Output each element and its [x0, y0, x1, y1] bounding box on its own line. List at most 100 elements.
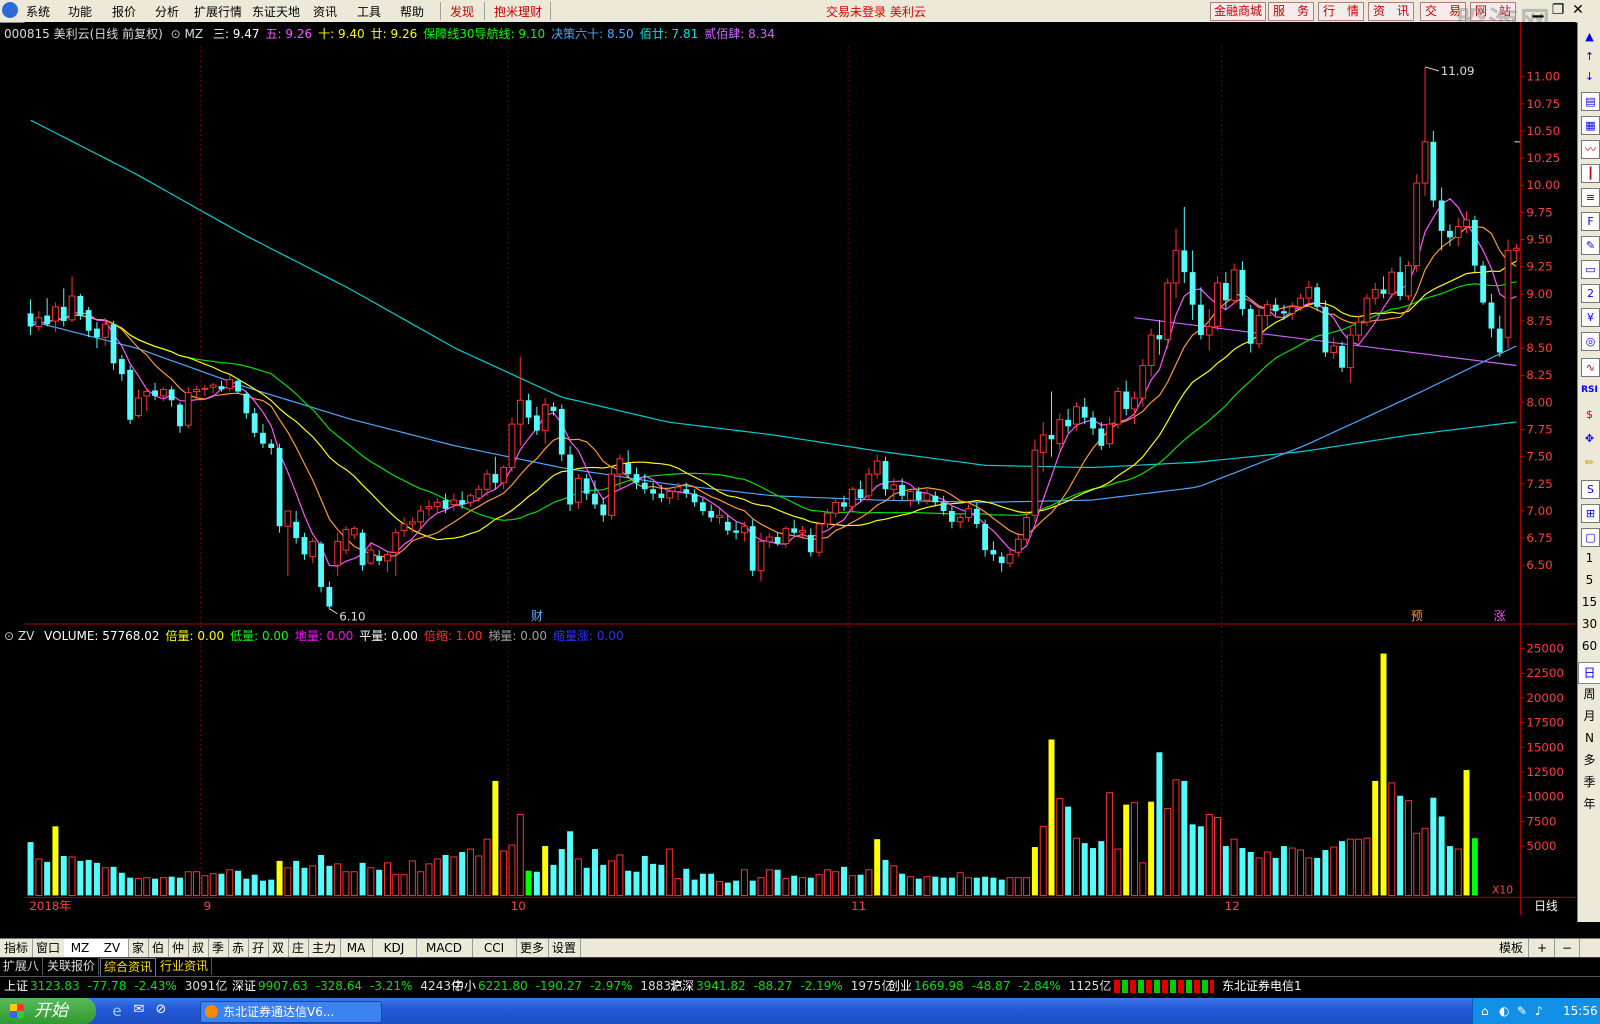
period-day[interactable]: 日	[1578, 662, 1600, 684]
period-year[interactable]: 年	[1578, 794, 1600, 814]
ring-icon[interactable]: ◎	[1581, 332, 1600, 351]
tab-3[interactable]: ZV	[96, 939, 129, 957]
period-30min[interactable]: 30	[1578, 614, 1600, 634]
outlook-icon[interactable]: ✉	[130, 1002, 148, 1020]
minimize-icon[interactable]: ▁	[1530, 2, 1546, 18]
bars-icon[interactable]: ┃	[1581, 164, 1600, 183]
tab-7[interactable]: 叔	[188, 939, 209, 957]
tab-ext8[interactable]: 扩展八	[0, 958, 44, 975]
service-button[interactable]: 服 务	[1268, 2, 1314, 21]
tab-industry-news[interactable]: 行业资讯	[157, 958, 213, 975]
period-1min[interactable]: 1	[1578, 548, 1600, 568]
f10-icon[interactable]: F	[1581, 212, 1600, 231]
tab-general-news[interactable]: 综合资讯	[100, 958, 157, 977]
period-15min[interactable]: 15	[1578, 592, 1600, 612]
tab-6[interactable]: 仲	[168, 939, 189, 957]
grid-icon[interactable]: ▦	[1581, 116, 1600, 135]
down-icon[interactable]: ↓	[1581, 68, 1598, 85]
volume-unit-label: X10	[1492, 883, 1513, 896]
index-quote-3[interactable]: 沪深 3941.82 -88.27 -2.19% 1975亿	[670, 977, 893, 996]
tab-5[interactable]: 伯	[148, 939, 169, 957]
tab-15[interactable]: KDJ	[372, 939, 417, 957]
tab-right-1[interactable]: +	[1530, 939, 1555, 957]
menu-system[interactable]: 系统	[26, 3, 50, 20]
period-n[interactable]: N	[1578, 728, 1600, 748]
chart-area[interactable]: 6.50 6.75 7.00 7.25 7.50 7.75 8.00 8.25 8.50 8.75…	[0, 22, 1600, 922]
wave-icon[interactable]: ∿	[1581, 358, 1600, 377]
period-multi[interactable]: 多	[1578, 750, 1600, 770]
move-icon[interactable]: ✥	[1581, 430, 1598, 447]
pencil-icon[interactable]: ✏	[1581, 454, 1598, 471]
menu-dongzheng[interactable]: 东证天地	[252, 3, 300, 20]
calc-icon[interactable]: ⊞	[1581, 504, 1600, 523]
menu-news[interactable]: 资讯	[313, 3, 337, 20]
menu-quote[interactable]: 报价	[112, 3, 136, 20]
taskbar-task-tdx[interactable]: 东北证券通达信V6...	[200, 1001, 382, 1023]
menu-analysis[interactable]: 分析	[155, 3, 179, 20]
rsi-icon[interactable]: RSI	[1581, 382, 1598, 399]
tab-8[interactable]: 季	[208, 939, 229, 957]
tab-related-quote[interactable]: 关联报价	[44, 958, 100, 975]
period-week[interactable]: 周	[1578, 684, 1600, 704]
close-icon[interactable]: ✕	[1570, 2, 1586, 18]
index-quote-0[interactable]: 上证 3123.83 -77.78 -2.43% 3091亿	[4, 977, 227, 996]
window-icon[interactable]: ▢	[1581, 528, 1600, 547]
ime-icon[interactable]: ✎	[1517, 998, 1527, 1024]
app-logo-icon[interactable]	[2, 2, 18, 18]
menu-discover[interactable]: 发现	[450, 3, 474, 20]
index-quote-1[interactable]: 深证 9907.63 -328.64 -3.21% 4243亿	[232, 977, 463, 996]
tab-right-0[interactable]: 模板	[1494, 939, 1529, 957]
menu-help[interactable]: 帮助	[400, 3, 424, 20]
quotes-button[interactable]: 行 情	[1318, 2, 1364, 21]
index-quote-4[interactable]: 创业 1669.98 -48.87 -2.84% 1125亿	[888, 977, 1111, 996]
tab-11[interactable]: 双	[268, 939, 289, 957]
tab-4[interactable]: 家	[128, 939, 149, 957]
period-5min[interactable]: 5	[1578, 570, 1600, 590]
tab-16[interactable]: MACD	[416, 939, 473, 957]
fs-icon[interactable]: S	[1581, 480, 1600, 499]
security-icon[interactable]: ◐	[1499, 998, 1509, 1024]
tab-2[interactable]: MZ	[64, 939, 97, 957]
volume-bar	[1255, 857, 1263, 896]
volume-icon[interactable]: ♪	[1535, 998, 1543, 1024]
period-month[interactable]: 月	[1578, 706, 1600, 726]
tab-9[interactable]: 赤	[228, 939, 249, 957]
menu-function[interactable]: 功能	[68, 3, 92, 20]
up-icon[interactable]: ↑	[1581, 48, 1598, 65]
f2-icon[interactable]: 2	[1581, 284, 1600, 303]
period-60min[interactable]: 60	[1578, 636, 1600, 656]
app-quick-icon[interactable]: ⊘	[152, 1002, 170, 1020]
ie-icon[interactable]: e	[108, 1002, 126, 1020]
tab-18[interactable]: 更多	[516, 939, 549, 957]
tab-17[interactable]: CCI	[472, 939, 517, 957]
tab-1[interactable]: 窗口	[32, 939, 65, 957]
dollar-icon[interactable]: $	[1581, 406, 1598, 423]
network-icon[interactable]: ⌂	[1481, 998, 1489, 1024]
restore-icon[interactable]: ❐	[1550, 2, 1566, 18]
up-arrow-icon[interactable]: ▲	[1581, 28, 1598, 45]
tab-14[interactable]: MA	[340, 939, 373, 957]
menu-finance[interactable]: 抱米理财	[494, 3, 542, 20]
mall-button[interactable]: 金融商城	[1210, 2, 1266, 21]
indicator-dropdown-icon[interactable]: ⊙	[171, 27, 181, 41]
start-button[interactable]: 开始	[0, 998, 96, 1024]
kline-icon[interactable]: ▤	[1581, 92, 1600, 111]
tab-right-2[interactable]: −	[1555, 939, 1580, 957]
note-icon[interactable]: ✎	[1581, 236, 1600, 255]
tab-12[interactable]: 庄	[288, 939, 309, 957]
list-icon[interactable]: ≡	[1581, 188, 1600, 207]
index-quote-2[interactable]: 中小 6221.80 -190.27 -2.97% 1883亿	[452, 977, 683, 996]
tab-19[interactable]: 设置	[548, 939, 581, 957]
fund-icon[interactable]: ¥	[1581, 308, 1600, 327]
tab-0[interactable]: 指标	[0, 939, 33, 957]
info-button[interactable]: 资 讯	[1368, 2, 1414, 21]
menu-tools[interactable]: 工具	[357, 3, 381, 20]
doc-icon[interactable]: ▭	[1581, 260, 1600, 279]
trend-icon[interactable]: 〰	[1581, 140, 1600, 159]
tab-10[interactable]: 孖	[248, 939, 269, 957]
period-quarter[interactable]: 季	[1578, 772, 1600, 792]
broker-server[interactable]: 东北证券电信1	[1222, 977, 1302, 996]
vol-indicator-dropdown-icon[interactable]: ⊙	[4, 629, 14, 643]
tab-13[interactable]: 主力	[308, 939, 341, 957]
menu-ext-quote[interactable]: 扩展行情	[194, 3, 242, 20]
